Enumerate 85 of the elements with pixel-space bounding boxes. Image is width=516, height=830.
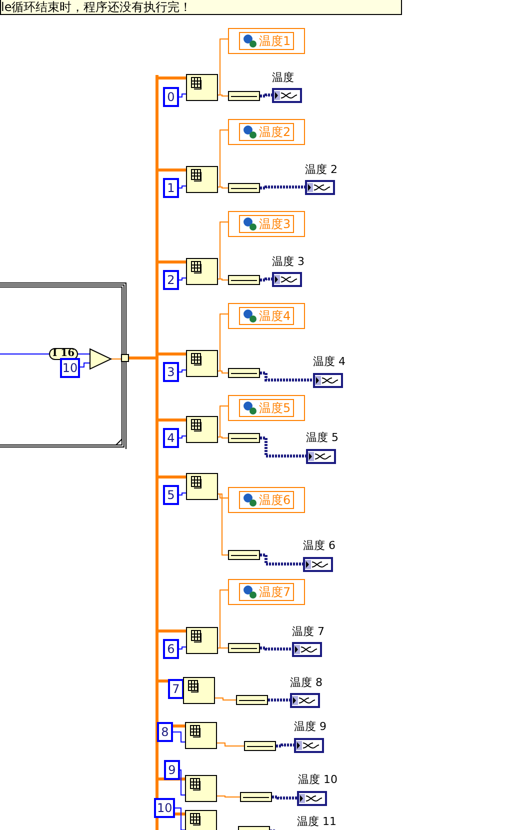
wire: [178, 94, 186, 98]
bundle-node: [240, 792, 272, 802]
indicator-label: 温度 9: [294, 720, 326, 734]
bundle-node: [228, 275, 260, 285]
numeric-constant: 2: [163, 270, 179, 290]
grid-icon: [191, 169, 203, 182]
globe-icon: [242, 217, 257, 231]
wire: [216, 796, 240, 798]
bundle-node: [228, 643, 260, 653]
conversion-node: I 16: [49, 348, 78, 360]
divide-node-drawing: [90, 348, 112, 370]
numeric-constant: 3: [163, 362, 179, 382]
grid-icon: [191, 630, 203, 643]
grid-icon: [191, 353, 203, 366]
bundle-node: [228, 91, 260, 101]
numeric-constant: 5: [163, 485, 179, 505]
grid-icon: [190, 778, 202, 791]
variable-label: 温度4: [259, 309, 291, 323]
indicator-label: 温度 11: [297, 815, 336, 829]
numeric-constant: 4: [163, 428, 179, 448]
grid-icon: [191, 419, 203, 432]
numeric-constant: 7: [168, 679, 184, 699]
waveform-icon: [294, 645, 318, 654]
wire: [172, 732, 186, 742]
variable-label: 温度2: [259, 125, 291, 139]
grid-icon: [190, 813, 202, 826]
wire: [178, 186, 186, 188]
variable-label: 温度1: [259, 34, 291, 48]
waveform-icon: [299, 794, 323, 803]
indicator-label: 温度 5: [306, 431, 338, 445]
globe-icon: [242, 34, 257, 48]
grid-icon: [188, 680, 200, 693]
numeric-constant: 0: [163, 87, 179, 107]
grid-icon: [190, 725, 202, 738]
indicator-label: 温度 3: [272, 255, 304, 269]
indicator-label: 温度 8: [290, 676, 322, 690]
numeric-constant: 6: [163, 639, 179, 659]
wire: [178, 492, 186, 496]
wire: [216, 742, 244, 746]
numeric-constant: 8: [157, 722, 173, 742]
wire: [214, 698, 236, 700]
globe-icon: [242, 309, 257, 323]
wire: [110, 358, 122, 360]
wire: [178, 646, 186, 650]
variable-label: 温度3: [259, 217, 291, 231]
globe-icon: [242, 585, 257, 599]
waveform-icon: [315, 376, 339, 385]
numeric-constant: 9: [164, 760, 180, 780]
bundle-node: [228, 550, 260, 560]
waveform-icon: [292, 696, 316, 705]
bundle-node: [244, 741, 276, 751]
bundle-node: [228, 183, 260, 193]
variable-label: 温度7: [259, 585, 291, 599]
globe-icon: [242, 493, 257, 507]
bundle-node: [228, 433, 260, 443]
indicator-label: 温度 6: [303, 539, 336, 553]
waveform-icon: [296, 741, 320, 750]
waveform-icon: [274, 275, 298, 284]
comment-note: le循环结束时，程序还没有执行完！: [0, 0, 402, 15]
variable-label: 温度5: [259, 401, 291, 415]
variable-label: 温度6: [259, 493, 291, 507]
bundle-node: [228, 368, 260, 378]
waveform-icon: [274, 91, 298, 100]
grid-icon: [191, 77, 203, 90]
bundle-node: [236, 695, 268, 705]
waveform-icon: [305, 560, 329, 569]
wire: [178, 436, 186, 438]
indicator-label: 温度 10: [298, 773, 338, 787]
numeric-constant: 1: [163, 178, 179, 198]
grid-icon: [191, 261, 203, 274]
waveform-icon: [307, 183, 331, 192]
wire: [78, 362, 90, 368]
numeric-constant: 10: [60, 358, 80, 378]
globe-icon: [242, 125, 257, 139]
grid-icon: [191, 476, 203, 489]
waveform-icon: [308, 452, 332, 461]
indicator-label: 温度: [272, 71, 294, 85]
wire: [178, 370, 186, 372]
globe-icon: [242, 401, 257, 415]
wire: [178, 278, 186, 280]
indicator-label: 温度 4: [313, 355, 346, 369]
indicator-label: 温度 7: [292, 625, 324, 639]
numeric-constant: 10: [154, 798, 176, 818]
tunnel-terminal: [121, 354, 129, 362]
indicator-label: 温度 2: [305, 163, 338, 177]
